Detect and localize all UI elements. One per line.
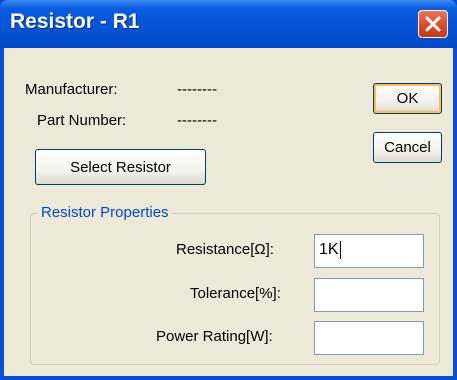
ok-button[interactable]: OK: [373, 83, 442, 114]
resistor-dialog: Resistor - R1 Manufacturer: -------- Par…: [0, 0, 457, 380]
manufacturer-value: --------: [177, 81, 217, 98]
cancel-button[interactable]: Cancel: [373, 132, 442, 163]
text-caret: [339, 241, 341, 259]
resistance-value: 1K: [319, 241, 339, 259]
power-rating-input[interactable]: [314, 321, 424, 355]
tolerance-label: Tolerance[%]:: [190, 285, 281, 302]
part-number-label: Part Number:: [37, 112, 127, 129]
resistance-label: Resistance[Ω]:: [176, 241, 274, 258]
close-icon: [425, 16, 441, 32]
power-rating-label: Power Rating[W]:: [156, 328, 273, 345]
resistor-properties-title: Resistor Properties: [38, 204, 172, 221]
close-button[interactable]: [418, 10, 448, 38]
title-bar[interactable]: Resistor - R1: [0, 0, 457, 48]
select-resistor-button[interactable]: Select Resistor: [35, 149, 206, 185]
resistance-input[interactable]: 1K: [314, 234, 424, 268]
tolerance-input[interactable]: [314, 278, 424, 312]
window-title: Resistor - R1: [10, 10, 140, 33]
manufacturer-label: Manufacturer:: [25, 81, 118, 98]
part-number-value: --------: [177, 112, 217, 129]
dialog-client-area: Manufacturer: -------- Part Number: ----…: [4, 48, 453, 376]
